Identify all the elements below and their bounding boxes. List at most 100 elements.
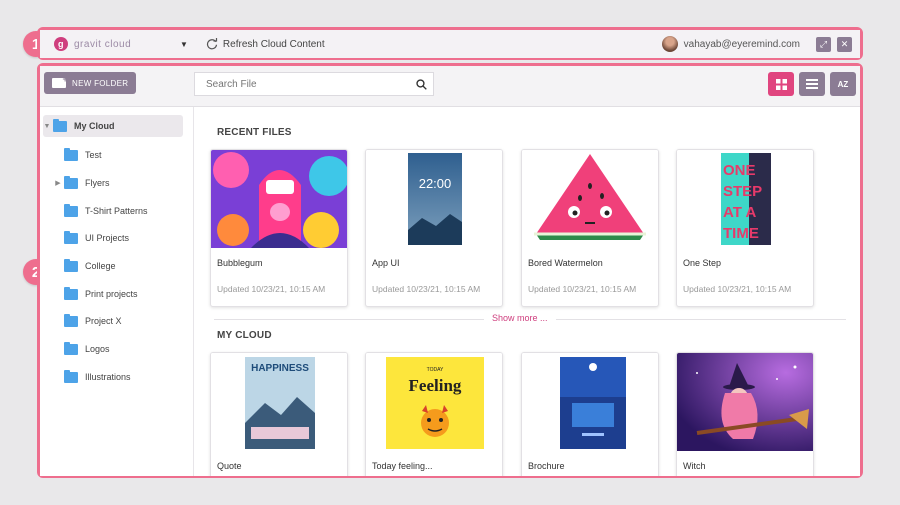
sidebar-item-logos[interactable]: Logos — [54, 338, 110, 360]
file-card-app-ui[interactable]: 22:00 App UI Updated 10/23/21, 10:15 AM — [365, 149, 503, 307]
file-name: Brochure — [528, 461, 565, 471]
new-folder-icon — [52, 74, 68, 88]
file-updated: Updated 10/23/21, 10:15 AM — [528, 284, 637, 294]
svg-text:AT A: AT A — [723, 204, 756, 221]
folder-tree: ▼ My Cloud Test ▶ Flyers T-Shirt Pattern… — [40, 107, 194, 476]
toolbar: NEW FOLDER AZ — [40, 66, 860, 107]
grid-icon — [775, 78, 787, 90]
new-folder-button[interactable]: NEW FOLDER — [44, 72, 136, 94]
file-thumbnail: HAPPINESS — [211, 353, 347, 451]
folder-icon — [64, 313, 78, 327]
file-area: RECENT FILES Bubblegum Updated 10/23/21,… — [194, 107, 860, 476]
file-card-witch[interactable]: Witch — [676, 352, 814, 476]
svg-text:STEP: STEP — [723, 183, 762, 200]
thumb-quote-text: HAPPINESS — [251, 363, 309, 374]
file-name: Today feeling... — [372, 461, 433, 471]
brand-name: gravit cloud — [74, 38, 132, 50]
sort-az-icon: AZ — [837, 79, 849, 89]
chevron-right-icon[interactable]: ▶ — [54, 179, 62, 187]
sidebar-item-ui-projects[interactable]: UI Projects — [54, 227, 129, 249]
user-account[interactable]: vahayab@eyeremind.com — [661, 36, 800, 52]
expand-icon: ⤢ — [819, 38, 828, 49]
chevron-down-icon[interactable]: ▼ — [180, 40, 188, 49]
folder-icon — [53, 118, 67, 132]
cloud-topbar: g gravit cloud ▼ Refresh Cloud Content v… — [40, 30, 860, 58]
sidebar-item-label: College — [85, 261, 116, 271]
file-card-bubblegum[interactable]: Bubblegum Updated 10/23/21, 10:15 AM — [210, 149, 348, 307]
list-view-button[interactable] — [799, 72, 825, 96]
sidebar-item-illustrations[interactable]: Illustrations — [54, 366, 131, 388]
search-icon[interactable] — [416, 78, 427, 90]
file-thumbnail — [677, 353, 813, 451]
file-thumbnail: ONE STEP AT A TIME — [677, 150, 813, 248]
sidebar-item-label: Test — [85, 150, 102, 160]
file-thumbnail: 22:00 — [366, 150, 502, 248]
thumb-today-text: TODAY — [427, 367, 444, 373]
chevron-down-icon[interactable]: ▼ — [43, 123, 51, 130]
sidebar-item-label: Logos — [85, 344, 110, 354]
gravit-logo-icon: g — [54, 37, 68, 51]
my-cloud-heading: MY CLOUD — [217, 330, 272, 341]
sidebar-item-label: Project X — [85, 316, 122, 326]
search-box — [194, 72, 434, 96]
close-button[interactable]: ✕ — [837, 36, 852, 52]
thumb-feeling-text: Feeling — [409, 376, 462, 395]
search-input[interactable] — [204, 77, 416, 91]
file-name: Quote — [217, 461, 242, 471]
file-thumbnail — [522, 150, 658, 248]
file-name: Bored Watermelon — [528, 258, 603, 268]
refresh-icon — [206, 38, 218, 50]
refresh-label: Refresh Cloud Content — [222, 38, 325, 50]
cloud-selector[interactable]: g gravit cloud — [54, 37, 180, 51]
sidebar-item-flyers[interactable]: ▶ Flyers — [54, 172, 110, 194]
folder-icon — [64, 230, 78, 244]
folder-icon — [64, 341, 78, 355]
file-updated: Updated 10/23/21, 10:15 AM — [372, 284, 481, 294]
sidebar-item-print-projects[interactable]: Print projects — [54, 283, 138, 305]
sidebar-item-college[interactable]: College — [54, 255, 116, 277]
sidebar-item-label: T-Shirt Patterns — [85, 206, 148, 216]
file-card-one-step[interactable]: ONE STEP AT A TIME One Step Updated 10/2… — [676, 149, 814, 307]
new-folder-label: NEW FOLDER — [72, 78, 129, 88]
folder-icon — [64, 203, 78, 217]
svg-text:ONE: ONE — [723, 162, 756, 179]
sidebar-item-test[interactable]: Test — [54, 144, 102, 166]
folder-icon — [64, 147, 78, 161]
svg-text:TIME: TIME — [723, 225, 759, 242]
file-thumbnail — [522, 353, 658, 451]
file-thumbnail — [211, 150, 347, 248]
grid-view-button[interactable] — [768, 72, 794, 96]
file-updated: Updated 10/23/21, 10:15 AM — [217, 284, 326, 294]
close-icon: ✕ — [840, 38, 849, 49]
list-icon — [806, 79, 818, 89]
sidebar-item-t-shirt-patterns[interactable]: T-Shirt Patterns — [54, 200, 148, 222]
refresh-button[interactable]: Refresh Cloud Content — [206, 38, 325, 50]
file-name: One Step — [683, 258, 722, 268]
sidebar-item-label: Illustrations — [85, 372, 131, 382]
sidebar-item-label: Print projects — [85, 289, 138, 299]
file-card-brochure[interactable]: Brochure — [521, 352, 659, 476]
sidebar-item-label: My Cloud — [74, 121, 115, 131]
thumb-clock-text: 22:00 — [419, 176, 452, 191]
file-name: Witch — [683, 461, 706, 471]
file-card-quote[interactable]: HAPPINESS Quote — [210, 352, 348, 476]
file-updated: Updated 10/23/21, 10:15 AM — [683, 284, 792, 294]
cloud-browser: NEW FOLDER AZ ▼ My Cloud Test ▶ — [40, 66, 860, 476]
user-email: vahayab@eyeremind.com — [683, 38, 800, 50]
file-name: App UI — [372, 258, 400, 268]
recent-files-heading: RECENT FILES — [217, 127, 292, 138]
folder-icon — [64, 286, 78, 300]
expand-button[interactable]: ⤢ — [816, 36, 831, 52]
file-card-today-feeling[interactable]: TODAY Feeling Today feeling... — [365, 352, 503, 476]
avatar — [661, 36, 678, 52]
sidebar-item-label: Flyers — [85, 178, 110, 188]
sidebar-item-my-cloud[interactable]: ▼ My Cloud — [43, 115, 183, 137]
folder-icon — [64, 369, 78, 383]
folder-icon — [64, 258, 78, 272]
show-more-link[interactable]: Show more ... — [484, 313, 556, 323]
sort-az-button[interactable]: AZ — [830, 72, 856, 96]
file-card-bored-watermelon[interactable]: Bored Watermelon Updated 10/23/21, 10:15… — [521, 149, 659, 307]
sidebar-item-label: UI Projects — [85, 233, 130, 243]
file-name: Bubblegum — [217, 258, 263, 268]
sidebar-item-project-x[interactable]: Project X — [54, 310, 122, 332]
